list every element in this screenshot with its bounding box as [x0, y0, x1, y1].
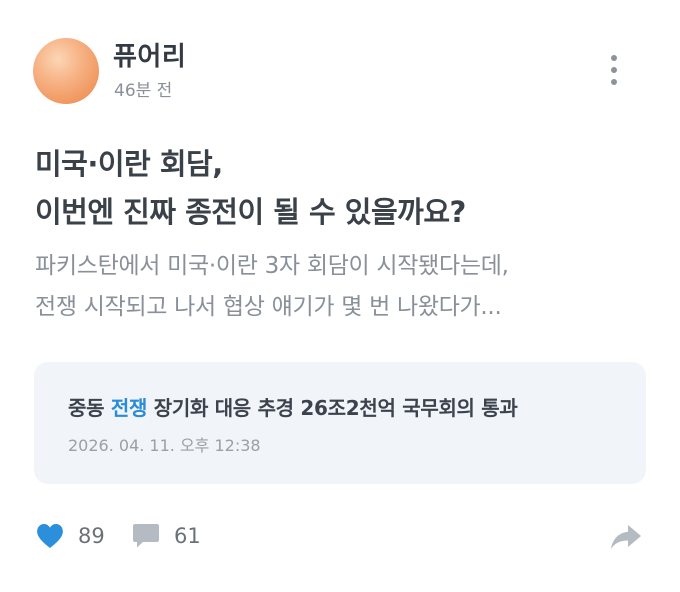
like-button[interactable]: 89: [36, 518, 105, 554]
news-headline-post: 장기화 대응 추경 26조2천억 국무회의 통과: [147, 396, 518, 420]
news-headline: 중동 전쟁 장기화 대응 추경 26조2천억 국무회의 통과: [68, 392, 518, 421]
share-button[interactable]: [609, 522, 643, 552]
more-vertical-icon-dot: [611, 67, 617, 73]
post-preview-line: 파키스탄에서 미국·이란 3자 회담이 시작됐다는데,: [35, 253, 509, 279]
comment-button[interactable]: 61: [132, 518, 201, 554]
heart-icon: [37, 524, 63, 548]
share-arrow-icon: [611, 525, 641, 549]
post-title-line: 미국·이란 회담,: [35, 147, 223, 181]
post-time: 46분 전: [114, 81, 173, 101]
comment-count: 61: [174, 524, 201, 548]
news-link-card[interactable]: 중동 전쟁 장기화 대응 추경 26조2천억 국무회의 통과 2026. 04.…: [34, 362, 646, 484]
post-title-line: 이번엔 진짜 종전이 될 수 있을까요?: [35, 195, 466, 229]
more-options-button[interactable]: [600, 52, 628, 88]
post-title[interactable]: 미국·이란 회담, 이번엔 진짜 종전이 될 수 있을까요?: [35, 140, 645, 236]
news-date: 2026. 04. 11. 오후 12:38: [68, 436, 261, 455]
news-headline-pre: 중동: [68, 396, 111, 420]
more-vertical-icon: [611, 55, 617, 61]
post-preview-line: 전쟁 시작되고 나서 협상 얘기가 몇 번 나왔다가...: [35, 294, 502, 320]
author-name[interactable]: 퓨어리: [113, 36, 186, 73]
avatar[interactable]: [33, 38, 99, 104]
post-card: 퓨어리 46분 전 미국·이란 회담, 이번엔 진짜 종전이 될 수 있을까요?…: [0, 0, 680, 592]
more-vertical-icon-dot: [611, 79, 617, 85]
like-count: 89: [78, 524, 105, 548]
speech-bubble-icon: [133, 524, 159, 548]
post-preview[interactable]: 파키스탄에서 미국·이란 3자 회담이 시작됐다는데, 전쟁 시작되고 나서 협…: [35, 246, 645, 328]
action-bar: 89 61: [36, 518, 646, 558]
news-headline-highlight: 전쟁: [110, 396, 148, 420]
